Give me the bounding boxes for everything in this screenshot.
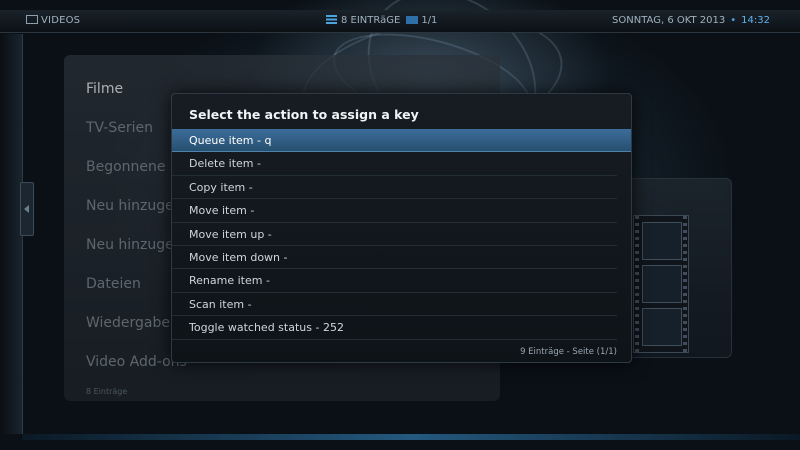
date-label: SONNTAG, 6 OKT 2013 (612, 15, 726, 26)
dialog-footer: 9 Einträge - Seite (1/1) (520, 347, 617, 357)
separator-dot: • (730, 15, 737, 26)
menu-item-filme[interactable]: Filme (86, 81, 123, 97)
sidebar-toggle[interactable] (20, 182, 34, 236)
action-item-move-down[interactable]: Move item down - (172, 246, 617, 270)
film-holes (683, 216, 687, 352)
bottom-glow (22, 434, 800, 440)
film-frame (642, 308, 682, 346)
action-item-move[interactable]: Move item - (172, 199, 617, 223)
menu-item-tv-serien[interactable]: TV-Serien (86, 120, 153, 136)
action-item-queue[interactable]: Queue item - q (172, 129, 631, 153)
assign-key-dialog: Select the action to assign a key Queue … (171, 93, 632, 363)
list-info: 8 EINTRäGE 1/1 (326, 15, 437, 26)
datetime: SONNTAG, 6 OKT 2013 • 14:32 (612, 15, 770, 26)
section-indicator: VIDEOS (26, 15, 80, 26)
page-number: 1/1 (421, 15, 438, 26)
film-frame (642, 222, 682, 260)
action-item-toggle-watched[interactable]: Toggle watched status - 252 (172, 316, 617, 340)
action-item-scan[interactable]: Scan item - (172, 293, 617, 317)
menu-item-neu-episoden[interactable]: Neu hinzugef (86, 237, 179, 253)
action-item-move-up[interactable]: Move item up - (172, 223, 617, 246)
list-icon (326, 15, 337, 24)
time-label: 14:32 (741, 15, 770, 26)
film-holes (635, 216, 639, 352)
section-label: VIDEOS (41, 15, 81, 26)
menu-item-dateien[interactable]: Dateien (86, 276, 141, 292)
menu-count: 8 Einträge (86, 387, 128, 396)
chevron-left-icon (24, 205, 29, 213)
action-item-rename[interactable]: Rename item - (172, 269, 617, 293)
menu-item-neu-filme[interactable]: Neu hinzugef (86, 198, 179, 214)
items-count: 8 EINTRäGE (341, 15, 401, 26)
film-frame (642, 265, 682, 303)
monitor-icon (26, 15, 38, 24)
action-item-copy[interactable]: Copy item - (172, 176, 617, 200)
menu-item-wiedergabelisten[interactable]: Wiedergabeli (86, 315, 178, 331)
dialog-title: Select the action to assign a key (189, 107, 419, 122)
action-list: Queue item - q Delete item - Copy item -… (172, 129, 631, 340)
film-strip-icon (633, 215, 689, 353)
page-icon (406, 16, 419, 24)
top-bar: VIDEOS 8 EINTRäGE 1/1 SONNTAG, 6 OKT 2013… (0, 10, 800, 33)
action-item-delete[interactable]: Delete item - (172, 152, 617, 176)
